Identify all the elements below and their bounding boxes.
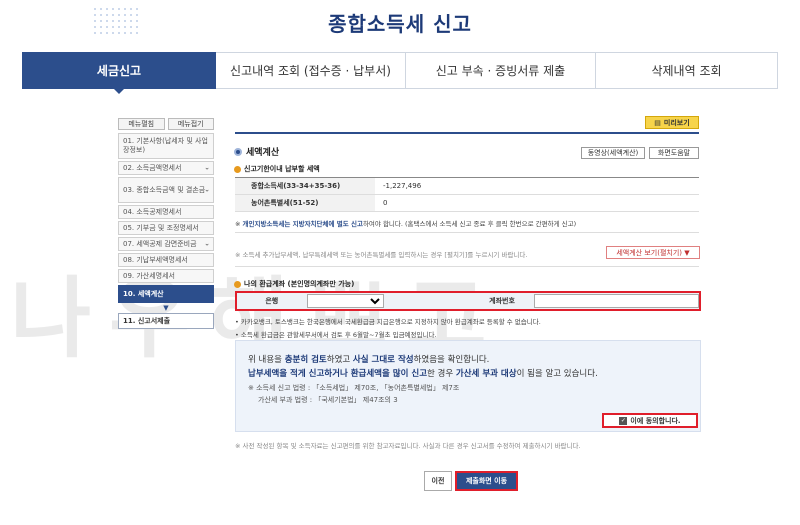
note-text: ※ 소득세 추가납부세액, 납부특례세액 또는 농어촌특별세를 입력하시는 경우… [235,251,528,259]
emphasis: 납부세액을 적게 신고하거나 환급세액을 많이 신고 [248,369,428,379]
preview-label: 미리보기 [663,118,690,127]
menu-collapse-button[interactable]: 메뉴접기 [167,118,214,130]
sub-title-text: 나의 환급계좌 (본인명의계좌만 가능) [244,280,355,288]
bullet-icon [234,165,241,173]
law-reference-2: 가산세 부과 법령 : 「국세기본법」 제47조의 3 [258,396,398,404]
sidebar-item-donation[interactable]: 05. 기부금 및 조정명세서 [118,221,214,235]
emphasis: 충분히 검토 [284,355,327,365]
tax-detail-expand-button[interactable]: 세액계산 보기(펼치기) ▼ [606,246,700,259]
help-button[interactable]: 화면도움말 [649,147,699,159]
note-emphasis: 개인지방소득세는 지방자치단체에 별도 신고 [242,220,363,228]
sidebar-item-penalty-tax[interactable]: 09. 가산세명세서 [118,269,214,283]
table-row: 농어촌특별세(51-52) 0 [235,195,699,212]
sub-title-text: 신고기한이내 납부할 세액 [244,165,320,173]
tab-deleted-history[interactable]: 삭제내역 조회 [596,52,778,89]
row-label: 종합소득세(33-34+35-36) [235,178,375,194]
emphasis: 가산세 부과 대상 [455,369,517,379]
note-prefix: ※ [235,220,243,228]
table-row: 종합소득세(33-34+35-36) -1,227,496 [235,178,699,195]
sidebar-item-label: 09. 가산세명세서 [123,271,175,280]
confirmation-box: 위 내용을 충분히 검토하였고 사실 그대로 작성하였음을 확인합니다. 납부세… [235,340,701,432]
row-value: 0 [383,199,388,207]
chevron-down-icon: ⌄ [204,239,210,248]
note-rest: 하여야 합니다. (홈택스에서 소득세 신고 종료 후 클릭 한번으로 간편하게… [362,220,577,228]
agree-label: 이에 동의합니다. [630,416,681,425]
sidebar-item-label: 03. 종합소득금액 및 결손금 [123,185,206,194]
sidebar-item-total-income[interactable]: 03. 종합소득금액 및 결손금 ⌄ [118,177,214,203]
confirm-line-2: 납부세액을 적게 신고하거나 환급세액을 많이 신고한 경우 가산세 부과 대상… [248,367,598,379]
bank-select[interactable] [306,294,385,308]
sidebar-item-label: 08. 기납부세액명세서 [123,255,188,264]
footer-note: ※ 사전 작성된 항목 및 소득자료는 신고편의를 위한 참고자료입니다. 사실… [235,440,581,450]
refund-note-1: • 카카오뱅크, 토스뱅크는 한국은행에서 국세환급금 지급은행으로 지정하지 … [235,318,541,326]
divider [235,266,699,267]
sidebar-item-label: 11. 신고서제출 [123,316,171,325]
divider [235,132,699,134]
checkmark-icon: ✓ [619,416,628,425]
refund-note-2: • 소득세 환급금은 관할세무서에서 검토 후 6월말~7월초 입금예정입니다. [235,331,437,339]
bullet-icon [234,147,242,156]
emphasis: 사실 그대로 작성 [352,355,414,365]
account-label: 계좌번호 [489,297,515,305]
sidebar-item-income-statement[interactable]: 02. 소득금액명세서 ⌄ [118,161,214,175]
text: 하였음을 확인합니다. [413,355,490,365]
arrow-down-icon: ▼ [163,304,169,312]
video-button[interactable]: 동영상(세액계산) [581,147,645,159]
text: 위 내용을 [248,355,285,365]
note-text: ※ 사전 작성된 항목 및 소득자료는 신고편의를 위한 참고자료입니다. 사실… [235,442,581,450]
tax-table: 종합소득세(33-34+35-36) -1,227,496 농어촌특별세(51-… [235,177,699,212]
expand-note: ※ 소득세 추가납부세액, 납부특례세액 또는 농어촌특별세를 입력하시는 경우… [235,249,527,259]
go-submit-button[interactable]: 제출화면 이동 [455,471,518,491]
main-tabs: 세금신고 신고내역 조회 (접수증 · 납부서) 신고 부속 · 증빙서류 제출… [22,52,778,94]
bullet-icon [234,280,241,288]
sidebar-item-tax-calc[interactable]: 10. 세액계산 [118,285,214,303]
sidebar-item-label: 10. 세액계산 [123,289,164,298]
row-value: -1,227,496 [383,182,422,190]
section-title: 세액계산 [234,145,279,158]
tab-attachments-submit[interactable]: 신고 부속 · 증빙서류 제출 [406,52,596,89]
preview-button[interactable]: ▤ 미리보기 [645,116,699,129]
text: 한 경우 [427,369,456,379]
agree-checkbox[interactable]: ✓ 이에 동의합니다. [602,413,698,428]
sidebar-item-deduction[interactable]: 04. 소득공제명세서 [118,205,214,219]
sidebar-item-label: 05. 기부금 및 조정명세서 [123,223,199,232]
tab-tax-filing[interactable]: 세금신고 [22,52,216,94]
chevron-down-icon: ⌄ [204,185,210,194]
divider [235,232,699,233]
sidebar-item-label: 01. 기본사항(납세자 및 사업장정보) [123,137,208,154]
refund-account-title: 나의 환급계좌 (본인명의계좌만 가능) [234,279,354,289]
row-label: 농어촌특별세(51-52) [235,195,375,211]
tab-filing-history[interactable]: 신고내역 조회 (접수증 · 납부서) [216,52,406,89]
sidebar-item-submit[interactable]: 11. 신고서제출 [118,313,214,329]
sidebar-item-label: 07. 세액공제 감면준비금 [123,239,197,248]
page-title: 종합소득세 신고 [328,12,472,36]
page-header: 종합소득세 신고 [0,0,800,52]
payable-tax-title: 신고기한이내 납부할 세액 [234,164,320,174]
menu-expand-button[interactable]: 메뉴펼침 [118,118,165,130]
section-title-text: 세액계산 [246,148,280,158]
local-tax-note: ※ 개인지방소득세는 지방자치단체에 별도 신고하여야 합니다. (홈택스에서 … [235,218,576,228]
sidebar: 메뉴펼침 메뉴접기 01. 기본사항(납세자 및 사업장정보) 02. 소득금액… [118,118,214,331]
law-reference-1: ※ 소득세 신고 법령 : 「소득세법」 제70조, 「농어촌특별세법」 제7조 [248,384,460,392]
confirm-line-1: 위 내용을 충분히 검토하였고 사실 그대로 작성하였음을 확인합니다. [248,353,489,365]
refund-account-row: 은행 계좌번호 [235,291,701,311]
bank-label: 은행 [265,297,279,305]
sidebar-item-tax-credit[interactable]: 07. 세액공제 감면준비금 ⌄ [118,237,214,251]
chevron-down-icon: ⌄ [204,163,210,172]
sidebar-item-prepaid-tax[interactable]: 08. 기납부세액명세서 [118,253,214,267]
document-icon: ▤ [654,118,661,127]
sidebar-item-basic-info[interactable]: 01. 기본사항(납세자 및 사업장정보) [118,133,214,159]
sidebar-item-label: 04. 소득공제명세서 [123,207,182,216]
prev-button[interactable]: 이전 [424,471,452,491]
text: 이 됨을 알고 있습니다. [516,369,598,379]
account-number-input[interactable] [533,294,699,308]
text: 하였고 [326,355,353,365]
sidebar-item-label: 02. 소득금액명세서 [123,163,182,172]
